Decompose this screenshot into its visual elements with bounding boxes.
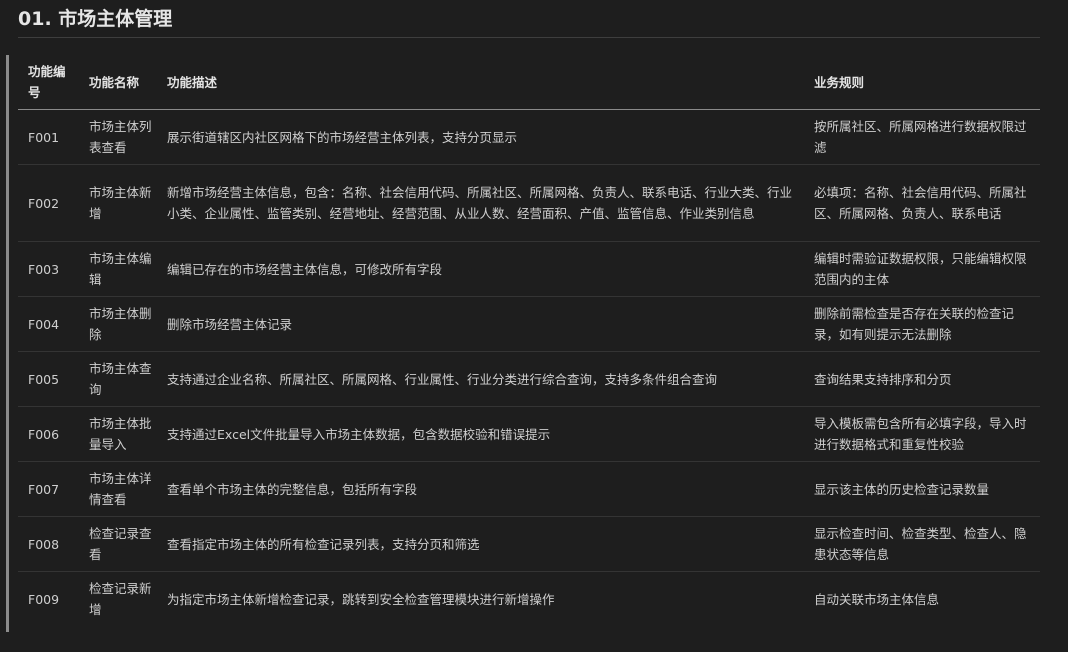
table-row: F006 市场主体批量导入 支持通过Excel文件批量导入市场主体数据，包含数据… (18, 406, 1040, 462)
cell-feature-name: 市场主体编辑 (79, 241, 157, 297)
cell-business-rule: 自动关联市场主体信息 (814, 591, 940, 607)
table-row: F001 市场主体列表查看 展示街道辖区内社区网格下的市场经营主体列表，支持分页… (18, 109, 1040, 165)
table-row: F004 市场主体删除 删除市场经营主体记录 删除前需检查是否存在关联的检查记录… (18, 296, 1040, 352)
cell-feature-id: F008 (18, 516, 79, 572)
table-row: F008 检查记录查看 查看指定市场主体的所有检查记录列表，支持分页和筛选 显示… (18, 516, 1040, 572)
header-feature-description: 功能描述 (157, 55, 804, 110)
cell-feature-id: F007 (18, 461, 79, 517)
table-row: F003 市场主体编辑 编辑已存在的市场经营主体信息，可修改所有字段 编辑时需验… (18, 241, 1040, 297)
cell-business-rule: 删除前需检查是否存在关联的检查记录，如有则提示无法删除 (804, 296, 1040, 352)
table-row: F005 市场主体查询 支持通过企业名称、所属社区、所属网格、行业属性、行业分类… (18, 351, 1040, 407)
header-feature-id: 功能编号 (18, 55, 79, 110)
feature-table: 功能编号 功能名称 功能描述 业务规则 F001 市场主体列表查看 展示街道辖区… (18, 55, 1040, 626)
blockquote-bar (6, 55, 9, 632)
cell-business-rule: 必填项：名称、社会信用代码、所属社区、所属网格、负责人、联系电话 (804, 164, 1040, 242)
cell-business-rule: 显示检查时间、检查类型、检查人、隐患状态等信息 (804, 516, 1040, 572)
cell-business-rule: 编辑时需验证数据权限，只能编辑权限范围内的主体 (804, 241, 1040, 297)
cell-feature-name: 市场主体查询 (79, 351, 157, 407)
cell-business-rule: 按所属社区、所属网格进行数据权限过滤 (804, 109, 1040, 165)
cell-feature-description: 查看指定市场主体的所有检查记录列表，支持分页和筛选 (157, 516, 804, 572)
table-row: F002 市场主体新增 新增市场经营主体信息，包含：名称、社会信用代码、所属社区… (18, 164, 1040, 242)
cell-feature-description: 编辑已存在的市场经营主体信息，可修改所有字段 (157, 241, 804, 297)
table-row: F009 检查记录新增 为指定市场主体新增检查记录，跳转到安全检查管理模块进行新… (18, 572, 1040, 627)
section-title: 01. 市场主体管理 (18, 5, 1040, 38)
cell-feature-id: F003 (18, 241, 79, 297)
cell-feature-id: F009 (28, 591, 60, 607)
cell-feature-description: 展示街道辖区内社区网格下的市场经营主体列表，支持分页显示 (157, 109, 804, 165)
cell-feature-name: 市场主体删除 (79, 296, 157, 352)
cell-feature-name: 市场主体列表查看 (79, 109, 157, 165)
cell-business-rule: 查询结果支持排序和分页 (804, 351, 1040, 407)
cell-feature-id: F002 (18, 164, 79, 242)
cell-feature-description: 查看单个市场主体的完整信息，包括所有字段 (157, 461, 804, 517)
cell-feature-name: 市场主体详情查看 (79, 461, 157, 517)
cell-feature-description: 删除市场经营主体记录 (157, 296, 804, 352)
cell-feature-name: 市场主体批量导入 (79, 406, 157, 462)
cell-feature-id: F005 (18, 351, 79, 407)
cell-feature-name: 市场主体新增 (79, 164, 157, 242)
feature-table-container: 功能编号 功能名称 功能描述 业务规则 F001 市场主体列表查看 展示街道辖区… (18, 55, 1040, 626)
cell-business-rule: 导入模板需包含所有必填字段，导入时进行数据格式和重复性校验 (804, 406, 1040, 462)
cell-feature-description: 新增市场经营主体信息，包含：名称、社会信用代码、所属社区、所属网格、负责人、联系… (157, 164, 804, 242)
cell-business-rule: 显示该主体的历史检查记录数量 (804, 461, 1040, 517)
cell-feature-id: F004 (18, 296, 79, 352)
table-header-row: 功能编号 功能名称 功能描述 业务规则 (18, 55, 1040, 110)
cell-feature-description: 为指定市场主体新增检查记录，跳转到安全检查管理模块进行新增操作 (167, 591, 555, 607)
cell-feature-description: 支持通过企业名称、所属社区、所属网格、行业属性、行业分类进行综合查询，支持多条件… (157, 351, 804, 407)
header-business-rule: 业务规则 (804, 55, 1040, 110)
cell-feature-name: 检查记录查看 (79, 516, 157, 572)
cell-feature-name: 检查记录新增 (89, 581, 152, 617)
header-feature-name: 功能名称 (79, 55, 157, 110)
cell-feature-description: 支持通过Excel文件批量导入市场主体数据，包含数据校验和错误提示 (157, 406, 804, 462)
cell-feature-id: F006 (18, 406, 79, 462)
table-row: F007 市场主体详情查看 查看单个市场主体的完整信息，包括所有字段 显示该主体… (18, 461, 1040, 517)
cell-feature-id: F001 (18, 109, 79, 165)
